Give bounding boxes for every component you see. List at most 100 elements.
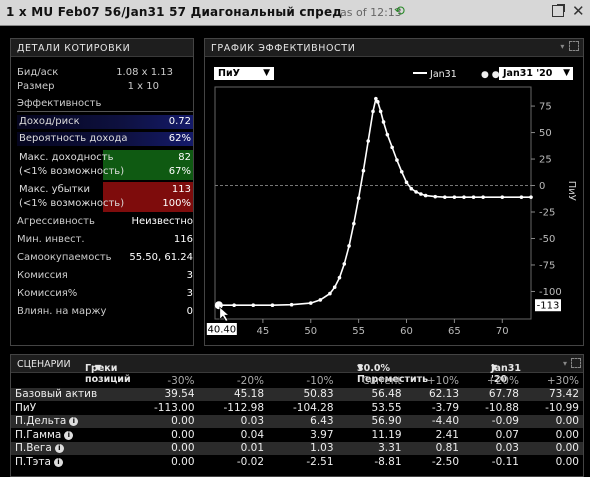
commission-pct-value: 3: [186, 288, 193, 299]
bid-ask-value: 1.08 x 1.13: [116, 67, 173, 78]
solid-line-icon: [413, 72, 427, 74]
prob-profit-row: Вероятность дохода 62%: [17, 132, 193, 146]
row-label-text: П.Вега: [15, 442, 52, 455]
y-tick-label: -50: [539, 234, 555, 245]
row-label-text: П.Гамма: [15, 428, 62, 441]
bid-ask-label: Бид/аск: [17, 67, 59, 78]
info-icon[interactable]: i: [64, 430, 74, 440]
row-label-text: П.Дельта: [15, 415, 67, 428]
row-label: П.Тэта i: [11, 455, 129, 469]
pnl-point: [381, 120, 386, 124]
y-tick-label: -75: [539, 260, 555, 271]
table-cell: -104.28: [293, 401, 334, 414]
refresh-icon[interactable]: ⟲: [394, 4, 405, 19]
table-row: П.Тэта i 0.00 -0.02 -2.51 -8.81 -2.50 -0.11 0.00: [11, 455, 583, 469]
aggressiveness-value: Неизвестно: [131, 216, 193, 227]
table-cell: 0.04: [240, 428, 265, 441]
size-label: Размер: [17, 81, 55, 92]
pnl-point: [481, 195, 485, 199]
max-loss-value: 113: [171, 184, 191, 195]
pnl-point: [361, 168, 366, 173]
x-tick-label: 55: [352, 326, 365, 337]
info-icon[interactable]: i: [53, 457, 63, 467]
chevron-down-icon: ▼: [263, 68, 270, 78]
table-cell: -2.50: [431, 455, 459, 468]
scenarios-panel: СЦЕНАРИИ Греки позиций ▼ 30.0% Перемести…: [10, 354, 584, 477]
info-icon[interactable]: i: [69, 417, 79, 427]
metric-dropdown-value: ПиУ: [218, 68, 240, 79]
max-loss-row: Макс. убытки 113 (<1% возможность) 100%: [17, 182, 193, 212]
max-loss-pct: 100%: [162, 198, 191, 209]
pnl-chart[interactable]: 75 50 25 0 -25 -50 -75 -100 45 50 55 60 65 70 ПиУ 40.4…: [205, 83, 583, 347]
scenarios-title: СЦЕНАРИИ: [17, 359, 71, 370]
min-investment-value: 116: [173, 234, 193, 245]
table-row: П.Гамма i 0.00 0.04 3.97 11.19 2.41 0.07 0.00: [11, 428, 583, 442]
pnl-point: [332, 285, 337, 290]
y-axis-label: ПиУ: [566, 181, 577, 201]
expand-icon[interactable]: [569, 41, 579, 51]
table-cell: 2.41: [435, 428, 459, 441]
table-cell: -10.99: [545, 401, 579, 414]
popout-icon[interactable]: [552, 4, 565, 17]
as-of-time: as of 12:13: [340, 6, 402, 19]
performance-title: ГРАФИК ЭФФЕКТИВНОСТИ: [211, 43, 356, 54]
legend-solid: Jan31: [413, 69, 457, 80]
window-title: 1 x MU Feb07 56/Jan31 57 Диагональный сп…: [6, 5, 343, 19]
panel-menu-icon[interactable]: ▾: [563, 359, 567, 368]
y-tick-label: 50: [539, 128, 552, 139]
close-icon[interactable]: ✕: [572, 2, 585, 20]
plot-frame: [214, 86, 532, 320]
chevron-down-icon: ▼: [563, 68, 570, 78]
commission-label: Комиссия: [17, 270, 68, 281]
performance-chart-panel: ГРАФИК ЭФФЕКТИВНОСТИ ▾ ПиУ ▼ Jan31 ● ● J…: [204, 38, 584, 346]
max-profit-note: (<1% возможность): [19, 166, 125, 177]
table-cell: 56.90: [337, 414, 406, 428]
table-cell: -3.79: [431, 401, 459, 414]
scenarios-header: СЦЕНАРИИ Греки позиций ▼ 30.0% Перемести…: [11, 355, 583, 385]
quote-details-panel: ДЕТАЛИ КОТИРОВКИ Бид/аск 1.08 x 1.13 Раз…: [10, 38, 194, 346]
table-cell: 11.19: [371, 428, 402, 441]
row-label-text: ПиУ: [15, 401, 37, 414]
margin-impact-value: 0: [186, 306, 193, 317]
table-cell: -2.51: [306, 455, 334, 468]
scenario-column-header: -30%: [167, 374, 195, 387]
cursor-marker[interactable]: [214, 301, 223, 310]
table-cell: -0.02: [236, 455, 265, 468]
table-cell: 50.83: [268, 387, 338, 401]
y-tick-label: 0: [539, 181, 545, 192]
row-label: П.Гамма i: [11, 428, 129, 442]
row-label: Базовый актив: [11, 387, 129, 401]
table-cell: -0.11: [491, 455, 519, 468]
pnl-point: [399, 169, 404, 174]
max-profit-label: Макс. доходность: [19, 152, 114, 163]
scenario-column-header: Current: [362, 374, 402, 387]
pnl-line: [218, 96, 531, 306]
pnl-point: [347, 244, 351, 248]
info-icon[interactable]: i: [54, 444, 64, 454]
table-cell: 0.01: [198, 441, 269, 455]
metric-dropdown[interactable]: ПиУ ▼: [214, 67, 274, 80]
pnl-point: [414, 190, 418, 194]
table-cell: 0.00: [522, 414, 583, 428]
max-loss-note: (<1% возможность): [19, 198, 125, 209]
pnl-point: [462, 195, 466, 199]
x-tick-label: 50: [304, 326, 317, 337]
breakeven-value: 55.50, 61.24: [129, 252, 193, 263]
table-cell: 1.03: [268, 441, 338, 455]
pnl-point: [356, 196, 361, 201]
table-cell: 0.03: [198, 414, 269, 428]
x-tick-label: 65: [448, 326, 461, 337]
prob-profit-label: Вероятность дохода: [19, 133, 128, 144]
pnl-point: [385, 132, 390, 137]
panel-menu-icon[interactable]: ▾: [560, 42, 565, 51]
table-cell: 45.18: [198, 387, 269, 401]
pnl-point: [371, 109, 375, 114]
y-tick-label: 75: [539, 102, 552, 113]
expiry-chart-dropdown[interactable]: Jan31 '20 ▼: [499, 67, 573, 80]
expand-icon[interactable]: [571, 358, 581, 368]
expiry-chart-dropdown-value: Jan31 '20: [503, 68, 553, 79]
x-tick-label: 60: [400, 326, 413, 337]
pnl-point: [500, 195, 505, 199]
min-investment-label: Мин. инвест.: [17, 234, 85, 245]
pnl-point: [423, 193, 428, 198]
